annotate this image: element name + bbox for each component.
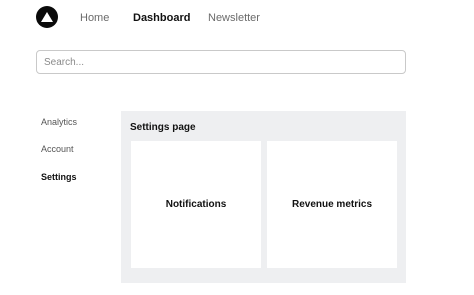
logo[interactable] xyxy=(36,6,58,28)
nav-dashboard-link[interactable]: Dashboard xyxy=(133,11,190,25)
page: Home Dashboard Newsletter Analytics Acco… xyxy=(0,0,474,295)
search-input[interactable] xyxy=(36,50,406,74)
revenue-metrics-card-label: Revenue metrics xyxy=(291,199,373,210)
settings-panel: Settings page Notifications Revenue metr… xyxy=(121,111,406,283)
nav-newsletter-link[interactable]: Newsletter xyxy=(208,11,260,25)
triangle-logo-icon xyxy=(41,12,53,22)
sidebar-item-account[interactable]: Account xyxy=(41,143,74,155)
sidebar-item-settings[interactable]: Settings xyxy=(41,171,77,183)
revenue-metrics-card[interactable]: Revenue metrics xyxy=(267,141,397,268)
notifications-card-label: Notifications xyxy=(165,199,227,210)
page-title: Settings page xyxy=(130,122,196,133)
nav-home-link[interactable]: Home xyxy=(80,11,109,25)
notifications-card[interactable]: Notifications xyxy=(131,141,261,268)
sidebar-item-analytics[interactable]: Analytics xyxy=(41,116,77,128)
